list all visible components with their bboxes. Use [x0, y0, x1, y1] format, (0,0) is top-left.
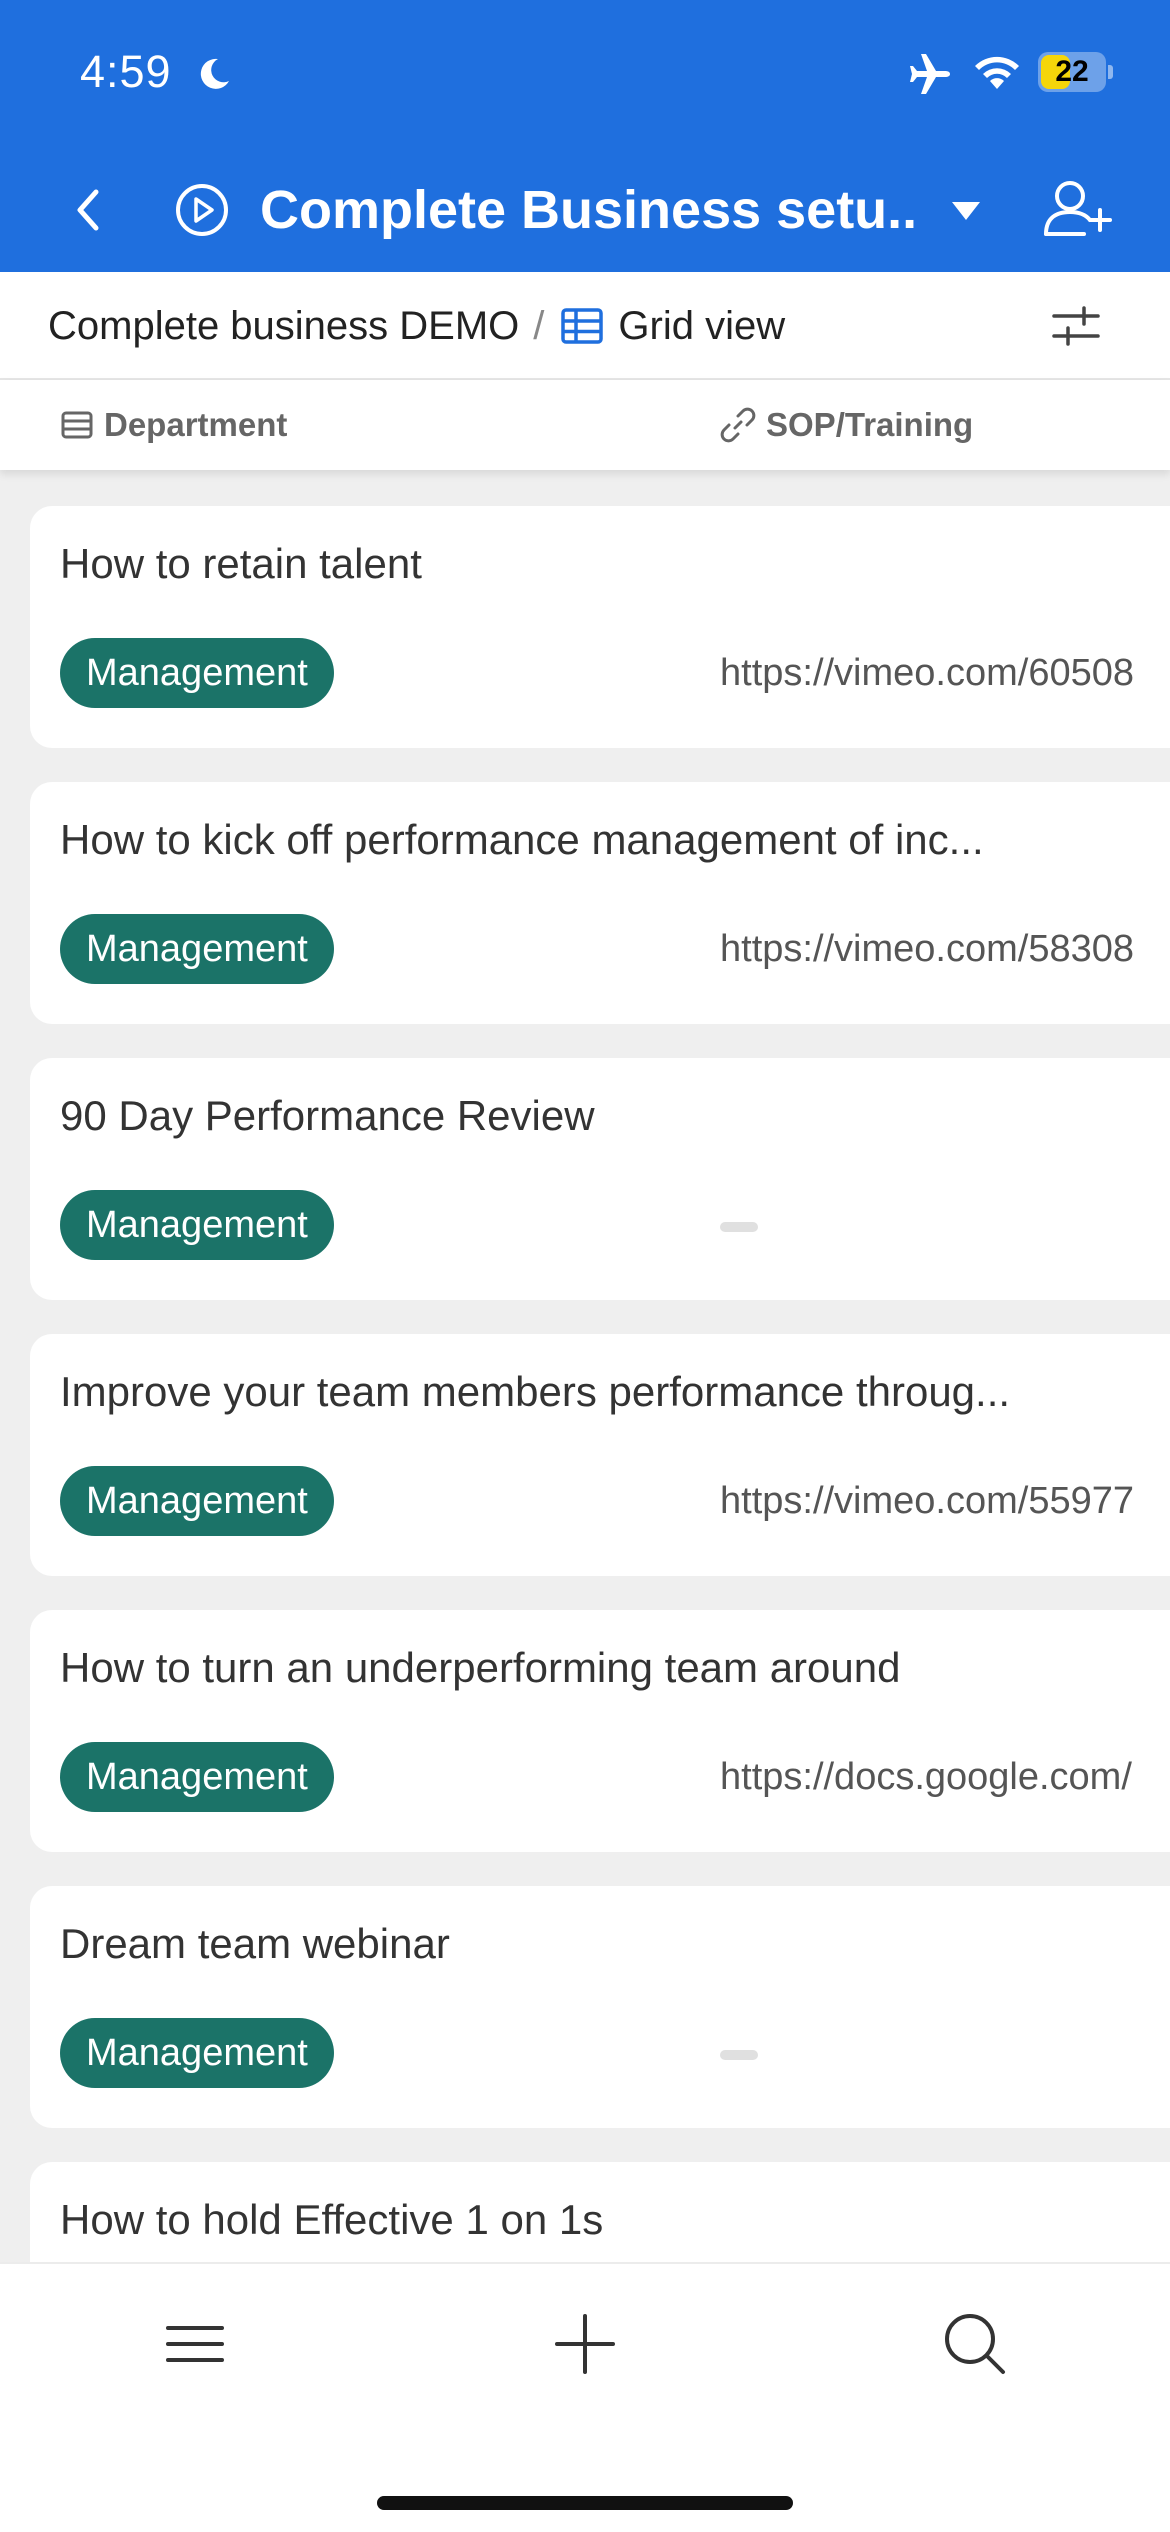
record-title: How to retain talent [60, 540, 422, 587]
bottom-toolbar [0, 2262, 1170, 2532]
record-list[interactable]: How to retain talent Management https://… [0, 470, 1170, 2262]
search-icon[interactable] [935, 2304, 1015, 2384]
column-department[interactable]: Department [60, 380, 287, 470]
back-chevron-icon[interactable] [60, 180, 120, 240]
sop-link[interactable]: https://vimeo.com/55977 [720, 1476, 1134, 1526]
department-badge: Management [60, 1742, 334, 1812]
battery-icon: 22 [1038, 52, 1113, 92]
column-sop-training[interactable]: SOP/Training [720, 380, 973, 470]
record-title: How to kick off performance management o… [60, 816, 984, 863]
column-sop-label: SOP/Training [766, 406, 974, 443]
home-indicator [377, 2496, 793, 2510]
sop-link[interactable]: https://docs.google.com/ [720, 1752, 1132, 1802]
plus-icon[interactable] [545, 2304, 625, 2384]
breadcrumb-base[interactable]: Complete business DEMO [48, 304, 519, 349]
battery-level: 22 [1055, 55, 1089, 88]
record-title: How to turn an underperforming team arou… [60, 1644, 901, 1691]
navbar: Complete Business setu... [0, 160, 1170, 260]
department-badge: Management [60, 638, 334, 708]
record-title: 90 Day Performance Review [60, 1092, 595, 1139]
department-badge: Management [60, 1466, 334, 1536]
column-header: Department SOP/Training [0, 380, 1170, 470]
record-card[interactable]: How to kick off performance management o… [30, 782, 1170, 1024]
app-header: 4:59 22 Complete Business setu... [0, 0, 1170, 272]
record-card[interactable]: How to turn an underperforming team arou… [30, 1610, 1170, 1852]
department-badge: Management [60, 1190, 334, 1260]
grid-icon [561, 308, 604, 344]
breadcrumb-bar: Complete business DEMO / Grid view [0, 272, 1170, 380]
battery-body: 22 [1038, 52, 1106, 92]
department-badge: Management [60, 2018, 334, 2088]
record-card[interactable]: 90 Day Performance Review Management [30, 1058, 1170, 1300]
record-title: How to hold Effective 1 on 1s [60, 2196, 604, 2243]
wifi-icon [975, 56, 1019, 89]
filter-sliders-icon[interactable] [1050, 302, 1102, 350]
record-card[interactable]: How to hold Effective 1 on 1s [30, 2162, 1170, 2262]
play-circle-icon[interactable] [174, 182, 230, 238]
record-title: Improve your team members performance th… [60, 1368, 1011, 1415]
airplane-icon [910, 54, 950, 94]
record-title: Dream team webinar [60, 1920, 450, 1967]
record-card[interactable]: How to retain talent Management https://… [30, 506, 1170, 748]
record-card[interactable]: Improve your team members performance th… [30, 1334, 1170, 1576]
sop-link[interactable]: https://vimeo.com/58308 [720, 924, 1134, 974]
breadcrumb-view[interactable]: Grid view [618, 304, 785, 349]
list-icon [61, 411, 93, 439]
breadcrumb: Complete business DEMO / Grid view [48, 298, 785, 354]
column-department-label: Department [104, 406, 288, 443]
department-badge: Management [60, 914, 334, 984]
breadcrumb-separator: / [533, 303, 545, 348]
app-screen: 4:59 22 Complete Business setu... Comple… [0, 0, 1170, 2532]
battery-cap [1108, 65, 1113, 79]
sop-empty-placeholder [720, 2050, 758, 2060]
sop-link[interactable]: https://vimeo.com/60508 [720, 648, 1134, 698]
link-icon [720, 407, 756, 443]
dropdown-triangle-icon[interactable] [946, 194, 986, 226]
add-user-icon[interactable] [1040, 176, 1116, 240]
base-title[interactable]: Complete Business setu... [260, 174, 920, 246]
record-card[interactable]: Dream team webinar Management [30, 1886, 1170, 2128]
status-bar: 4:59 22 [0, 0, 1170, 150]
status-time: 4:59 [80, 46, 172, 97]
sop-empty-placeholder [720, 1222, 758, 1232]
menu-icon[interactable] [155, 2304, 235, 2384]
moon-icon [200, 58, 229, 89]
